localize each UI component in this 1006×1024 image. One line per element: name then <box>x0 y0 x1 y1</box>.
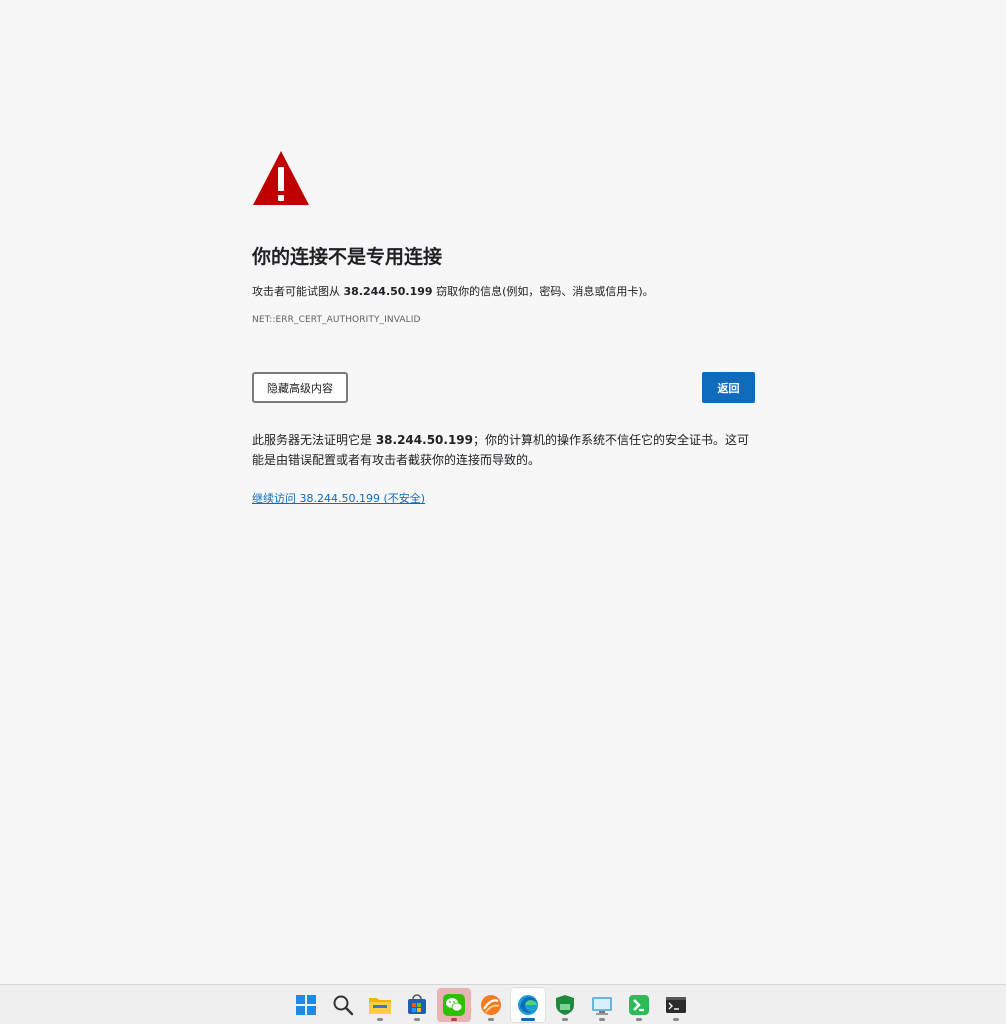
running-indicator <box>599 1018 605 1021</box>
file-explorer-icon[interactable] <box>363 988 397 1022</box>
running-indicator <box>562 1018 568 1021</box>
desc-suffix: 窃取你的信息(例如，密码、消息或信用卡)。 <box>432 285 654 298</box>
page-title: 你的连接不是专用连接 <box>252 246 443 268</box>
windows-start-icon[interactable] <box>289 988 323 1022</box>
search-icon[interactable] <box>326 988 360 1022</box>
running-indicator <box>673 1018 679 1021</box>
remote-desktop-icon[interactable] <box>585 988 619 1022</box>
warning-triangle-icon <box>253 151 309 205</box>
running-indicator <box>414 1018 420 1021</box>
host-address: 38.244.50.199 <box>343 285 433 298</box>
running-indicator <box>488 1018 494 1021</box>
error-description: 攻击者可能试图从 38.244.50.199 窃取你的信息(例如，密码、消息或信… <box>252 284 756 300</box>
edge-icon[interactable] <box>511 988 545 1022</box>
button-row: 隐藏高级内容 返回 <box>252 372 756 404</box>
back-button[interactable]: 返回 <box>702 372 755 403</box>
detail-host-address: 38.244.50.199 <box>375 433 473 447</box>
wechat-icon[interactable] <box>437 988 471 1022</box>
error-content: 你的连接不是专用连接 攻击者可能试图从 38.244.50.199 窃取你的信息… <box>252 150 756 506</box>
running-indicator <box>377 1018 383 1021</box>
store-icon[interactable] <box>400 988 434 1022</box>
detail-prefix: 此服务器无法证明它是 <box>252 433 376 447</box>
running-indicator <box>636 1018 642 1021</box>
error-code: NET::ERR_CERT_AUTHORITY_INVALID <box>252 315 421 325</box>
hide-advanced-button[interactable]: 隐藏高级内容 <box>252 372 348 403</box>
xshell-icon[interactable] <box>622 988 656 1022</box>
advanced-details: 此服务器无法证明它是 38.244.50.199；你的计算机的操作系统不信任它的… <box>252 430 756 470</box>
running-indicator <box>451 1018 457 1021</box>
active-indicator <box>521 1018 535 1021</box>
taskbar <box>0 984 1006 1024</box>
orange-app-icon[interactable] <box>474 988 508 1022</box>
terminal-icon[interactable] <box>659 988 693 1022</box>
proceed-unsafe-link[interactable]: 继续访问 38.244.50.199 (不安全) <box>252 490 425 506</box>
desc-prefix: 攻击者可能试图从 <box>252 285 344 298</box>
browser-viewport: 你的连接不是专用连接 攻击者可能试图从 38.244.50.199 窃取你的信息… <box>0 0 1006 984</box>
shield-app-icon[interactable] <box>548 988 582 1022</box>
